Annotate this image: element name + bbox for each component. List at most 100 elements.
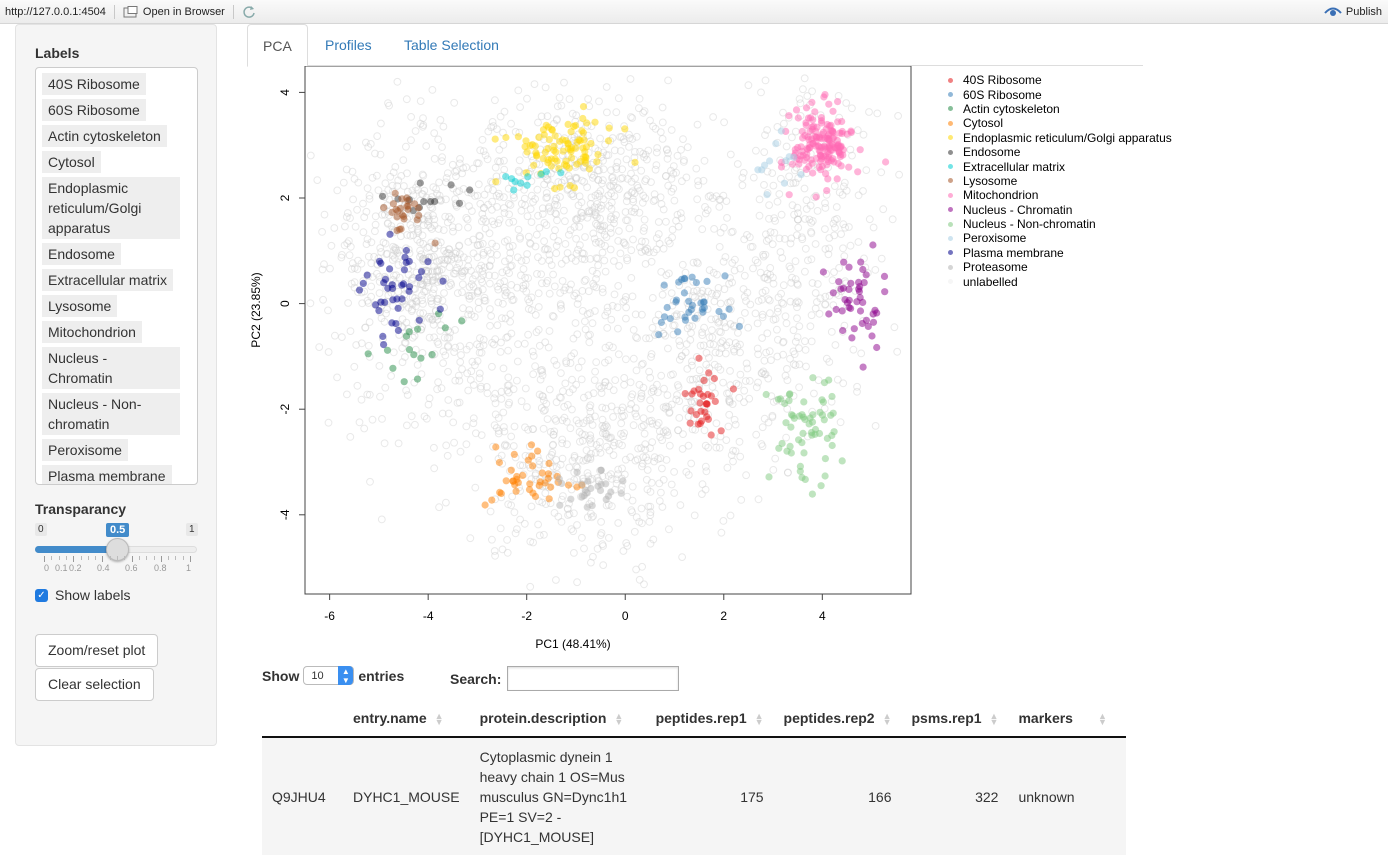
column-header-entry-name[interactable]: entry.name ▲ ▼ <box>343 700 470 738</box>
page-length-select[interactable]: 10 ▲ ▼ <box>303 666 355 685</box>
label-option[interactable]: Plasma membrane <box>42 465 172 484</box>
point-nucleus-non-chromatin <box>798 411 806 419</box>
point-nucleus-chromatin <box>880 272 889 280</box>
point-nucleus-non-chromatin <box>785 391 794 399</box>
point-nucleus-chromatin <box>838 307 846 315</box>
legend-item: unlabelled <box>948 274 1172 289</box>
point-mitochondrion <box>809 122 818 130</box>
point-proteasome <box>594 482 602 490</box>
y-axis-label: PC2 (23.85%) <box>249 272 263 347</box>
search-input[interactable] <box>507 666 680 691</box>
label-option[interactable]: Endosome <box>42 243 121 265</box>
label-option[interactable]: 40S Ribosome <box>42 73 146 95</box>
point-nucleus-non-chromatin <box>825 376 833 384</box>
publish-button[interactable]: Publish <box>1324 6 1388 18</box>
point-nucleus-non-chromatin <box>807 428 816 437</box>
legend-label: 40S Ribosome <box>963 73 1042 88</box>
point-nucleus-non-chromatin <box>785 397 793 405</box>
checkbox-checked-icon[interactable]: ✓ <box>35 588 48 602</box>
point-mitochondrion <box>803 154 811 162</box>
point-nucleus-chromatin <box>829 289 837 297</box>
point-mitochondrion <box>834 98 842 106</box>
point-nucleus-non-chromatin <box>774 395 782 403</box>
sort-icon: ▲ ▼ <box>989 711 999 728</box>
label-option[interactable]: Mitochondrion <box>42 321 142 343</box>
point-endoplasmic-reticulum-golgi-apparatus <box>535 133 543 141</box>
point-nucleus-non-chromatin <box>821 472 829 480</box>
column-header-markers[interactable]: markers ▲ ▼ <box>1008 700 1127 738</box>
point-plasma-membrane <box>379 332 387 340</box>
point-cytosol <box>545 459 553 468</box>
transparency-slider[interactable]: 0 0.5 1 0 0.1 0.2 0.4 0.6 0.8 1 <box>35 523 198 575</box>
point-cytosol <box>492 443 500 451</box>
label-option[interactable]: 60S Ribosome <box>42 99 146 121</box>
show-labels-checkbox[interactable]: ✓ Show labels <box>35 587 197 603</box>
tab-table-selection[interactable]: Table Selection <box>389 24 514 66</box>
column-header-peptides-rep1[interactable]: peptides.rep1 ▲ ▼ <box>645 700 774 738</box>
open-in-browser-button[interactable]: Open in Browser <box>115 4 234 19</box>
legend-marker <box>948 279 953 285</box>
tab-profiles[interactable]: Profiles <box>310 24 387 66</box>
label-option[interactable]: Extracellular matrix <box>42 269 174 291</box>
column-header-protein-description[interactable]: protein.description ▲ ▼ <box>469 700 646 738</box>
label-option[interactable]: Nucleus - Non-chromatin <box>42 393 180 435</box>
point-plasma-membrane <box>394 326 402 335</box>
point-actin-cytoskeleton <box>458 317 466 325</box>
legend-item: Extracellular matrix <box>948 159 1172 174</box>
point-nucleus-chromatin <box>869 310 877 318</box>
point-60s-ribosome <box>655 331 663 339</box>
point-60s-ribosome <box>703 277 711 285</box>
point-endosome <box>427 198 435 206</box>
zoom-reset-button[interactable]: Zoom/reset plot <box>35 634 159 667</box>
label-option[interactable]: Cytosol <box>42 151 101 173</box>
point-peroxisome <box>754 166 762 174</box>
label-option[interactable]: Actin cytoskeleton <box>42 125 167 147</box>
legend-label: Nucleus - Chromatin <box>963 202 1073 217</box>
sort-icon: ▲ ▼ <box>1097 711 1107 728</box>
point-endoplasmic-reticulum-golgi-apparatus <box>545 136 553 144</box>
point-60s-ribosome <box>725 305 733 313</box>
point-proteasome <box>583 489 591 497</box>
point-nucleus-non-chromatin <box>796 462 805 470</box>
table-row[interactable]: Q9JHU4 DYHC1_MOUSE Cytoplasmic dynein 1 … <box>262 737 1127 855</box>
legend-marker <box>948 164 953 170</box>
point-nucleus-non-chromatin <box>765 473 773 481</box>
point-peroxisome <box>780 179 789 187</box>
clear-selection-button[interactable]: Clear selection <box>35 668 154 701</box>
point-peroxisome <box>761 161 769 169</box>
legend-item: Nucleus - Chromatin <box>948 203 1172 217</box>
x-tick-label: 2 <box>720 609 727 623</box>
point-60s-ribosome <box>663 303 671 312</box>
label-option[interactable]: Peroxisome <box>42 439 128 461</box>
point-nucleus-non-chromatin <box>828 441 836 450</box>
point-plasma-membrane <box>384 284 392 292</box>
point-extracellular-matrix <box>557 169 565 177</box>
label-option[interactable]: Nucleus - Chromatin <box>42 347 180 389</box>
point-nucleus-chromatin <box>881 288 889 296</box>
show-label: Show <box>262 667 300 684</box>
legend-label: Cytosol <box>963 116 1004 131</box>
legend-label: Peroxisome <box>963 231 1027 246</box>
point-mitochondrion <box>794 114 802 122</box>
label-option[interactable]: Lysosome <box>42 295 118 317</box>
legend-marker <box>948 77 953 83</box>
point-nucleus-chromatin <box>860 279 868 287</box>
cell-markers: unknown <box>1008 737 1127 855</box>
label-option[interactable]: Endoplasmic reticulum/Golgi apparatus <box>42 177 180 239</box>
point-60s-ribosome <box>687 306 695 314</box>
point-60s-ribosome <box>719 312 727 320</box>
column-header-peptides-rep2[interactable]: peptides.rep2 ▲ ▼ <box>773 700 902 738</box>
column-header-psms-rep1[interactable]: psms.rep1 ▲ ▼ <box>901 700 1009 738</box>
x-tick-label: -6 <box>324 609 335 623</box>
point-endosome <box>378 192 387 200</box>
labels-multiselect[interactable]: 40S Ribosome 60S Ribosome Actin cytoskelet… <box>35 67 198 485</box>
point-cytosol <box>531 492 540 501</box>
point-cytosol <box>528 452 536 460</box>
tab-pca[interactable]: PCA <box>247 24 308 67</box>
point-mitochondrion <box>792 106 801 114</box>
pca-scatter-plot[interactable]: -6 -4 -2 0 2 4 -4 -2 0 2 4 PC1 (48.41%) PC2 (23.8… <box>247 66 927 666</box>
slider-tick <box>153 556 155 560</box>
column-header-rownames[interactable] <box>262 700 343 738</box>
point-mitochondrion <box>839 151 847 159</box>
refresh-button[interactable] <box>234 5 264 19</box>
